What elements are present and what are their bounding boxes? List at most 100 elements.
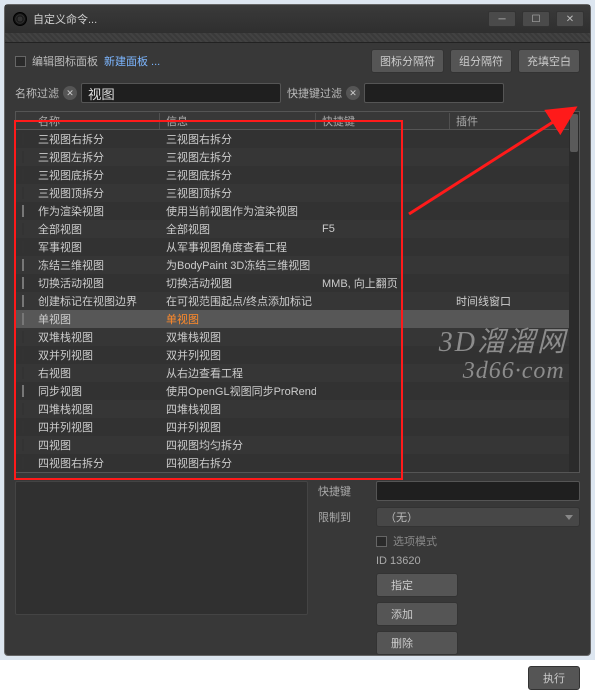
row-shortcut: F5	[316, 223, 450, 235]
col-plugin[interactable]: 插件	[450, 113, 560, 129]
fill-blank-button[interactable]: 充填空白	[518, 49, 580, 73]
maximize-button[interactable]: ☐	[522, 11, 550, 27]
table-row[interactable]: 三视图左拆分三视图左拆分	[16, 148, 579, 166]
row-icon	[22, 439, 24, 451]
row-name: 创建标记在视图边界	[32, 293, 160, 309]
table-row[interactable]: 四视图右拆分四视图右拆分	[16, 454, 579, 472]
form-panel: 快捷键 限制到 （无） 选项模式 ID 13620 指定 添加	[318, 481, 580, 655]
row-icon	[22, 169, 24, 181]
add-button[interactable]: 添加	[376, 602, 458, 626]
command-table: 名称 信息 快捷键 插件 三视图右拆分三视图右拆分三视图左拆分三视图左拆分三视图…	[15, 111, 580, 473]
row-plugin: 时间线窗口	[450, 293, 560, 309]
table-row[interactable]: 切换活动视图切换活动视图MMB, 向上翻页	[16, 274, 579, 292]
scrollbar[interactable]	[569, 112, 579, 472]
name-filter-label: 名称过滤	[15, 85, 59, 101]
shortcut-filter-input[interactable]	[364, 83, 504, 103]
row-name: 单视图	[32, 311, 160, 327]
table-row[interactable]: 全部视图全部视图F5	[16, 220, 579, 238]
scrollbar-thumb[interactable]	[570, 114, 578, 152]
table-row[interactable]: 双并列视图双并列视图	[16, 346, 579, 364]
row-name: 四视图	[32, 437, 160, 453]
row-name: 三视图底拆分	[32, 167, 160, 183]
col-shortcut[interactable]: 快捷键	[316, 113, 450, 129]
row-name: 双堆栈视图	[32, 329, 160, 345]
row-name: 三视图顶拆分	[32, 185, 160, 201]
row-info: 从军事视图角度查看工程	[160, 239, 316, 255]
edit-palette-checkbox[interactable]	[15, 56, 26, 67]
row-info: 四视图均匀拆分	[160, 437, 316, 453]
row-info: 四视图右拆分	[160, 455, 316, 471]
option-mode-checkbox[interactable]	[376, 536, 387, 547]
row-shortcut: MMB, 向上翻页	[316, 275, 450, 291]
table-row[interactable]: 同步视图使用OpenGL视图同步ProRend	[16, 382, 579, 400]
new-panel-link[interactable]: 新建面板 ...	[104, 53, 160, 69]
group-separator-button[interactable]: 组分隔符	[450, 49, 512, 73]
row-info: 从右边查看工程	[160, 365, 316, 381]
titlebar-left: 自定义命令...	[13, 11, 97, 27]
table-body[interactable]: 三视图右拆分三视图右拆分三视图左拆分三视图左拆分三视图底拆分三视图底拆分三视图顶…	[16, 130, 579, 472]
close-button[interactable]: ✕	[556, 11, 584, 27]
table-row[interactable]: 四视图四视图均匀拆分	[16, 436, 579, 454]
table-row[interactable]: 作为渲染视图使用当前视图作为渲染视图	[16, 202, 579, 220]
row-info: 使用当前视图作为渲染视图	[160, 203, 316, 219]
table-row[interactable]: 四堆栈视图四堆栈视图	[16, 400, 579, 418]
table-row[interactable]: 军事视图从军事视图角度查看工程	[16, 238, 579, 256]
row-icon	[22, 277, 24, 289]
option-mode-label: 选项模式	[393, 533, 437, 549]
clear-shortcut-filter-icon[interactable]: ✕	[346, 86, 360, 100]
row-info: 四并列视图	[160, 419, 316, 435]
titlebar[interactable]: 自定义命令... ─ ☐ ✕	[5, 5, 590, 33]
window-controls: ─ ☐ ✕	[488, 11, 584, 27]
filter-row: 名称过滤 ✕ 快捷键过滤 ✕	[5, 79, 590, 111]
limit-value: （无）	[385, 509, 418, 525]
minimize-button[interactable]: ─	[488, 11, 516, 27]
delete-button[interactable]: 删除	[376, 631, 458, 655]
col-name[interactable]: 名称	[32, 113, 160, 129]
row-name: 军事视图	[32, 239, 160, 255]
name-filter-input[interactable]	[81, 83, 281, 103]
row-icon	[22, 367, 24, 379]
row-info: 切换活动视图	[160, 275, 316, 291]
row-icon	[22, 223, 24, 235]
table-row[interactable]: 双堆栈视图双堆栈视图	[16, 328, 579, 346]
limit-select[interactable]: （无）	[376, 507, 580, 527]
execute-button[interactable]: 执行	[528, 666, 580, 690]
row-info: 双并列视图	[160, 347, 316, 363]
row-name: 作为渲染视图	[32, 203, 160, 219]
row-name: 三视图右拆分	[32, 131, 160, 147]
shortcut-filter-label: 快捷键过滤	[287, 85, 342, 101]
toolbar: 编辑图标面板 新建面板 ... 图标分隔符 组分隔符 充填空白	[5, 43, 590, 79]
row-icon	[22, 331, 24, 343]
table-row[interactable]: 四并列视图四并列视图	[16, 418, 579, 436]
row-icon	[22, 133, 24, 145]
row-name: 四堆栈视图	[32, 401, 160, 417]
row-name: 全部视图	[32, 221, 160, 237]
row-info: 四堆栈视图	[160, 401, 316, 417]
row-icon	[22, 385, 24, 397]
row-info: 三视图右拆分	[160, 131, 316, 147]
shortcut-label: 快捷键	[318, 483, 366, 499]
icon-separator-button[interactable]: 图标分隔符	[371, 49, 444, 73]
col-info[interactable]: 信息	[160, 113, 316, 129]
row-name: 三视图左拆分	[32, 149, 160, 165]
app-icon	[13, 12, 27, 26]
row-icon	[22, 313, 24, 325]
table-row[interactable]: 右视图从右边查看工程	[16, 364, 579, 382]
table-row[interactable]: 创建标记在视图边界在可视范围起点/终点添加标记 时间线窗口	[16, 292, 579, 310]
table-row[interactable]: 三视图顶拆分三视图顶拆分	[16, 184, 579, 202]
table-row[interactable]: 三视图右拆分三视图右拆分	[16, 130, 579, 148]
table-row[interactable]: 冻结三维视图为BodyPaint 3D冻结三维视图	[16, 256, 579, 274]
row-info: 三视图顶拆分	[160, 185, 316, 201]
assign-button[interactable]: 指定	[376, 573, 458, 597]
table-header: 名称 信息 快捷键 插件	[16, 112, 579, 130]
table-row[interactable]: 单视图单视图	[16, 310, 579, 328]
row-icon	[22, 457, 24, 469]
row-info: 为BodyPaint 3D冻结三维视图	[160, 257, 316, 273]
clear-name-filter-icon[interactable]: ✕	[63, 86, 77, 100]
row-icon	[22, 241, 24, 253]
row-info: 在可视范围起点/终点添加标记	[160, 293, 316, 309]
table-row[interactable]: 三视图底拆分三视图底拆分	[16, 166, 579, 184]
shortcut-input[interactable]	[376, 481, 580, 501]
preview-panel	[15, 481, 308, 615]
grip-strip[interactable]	[5, 33, 590, 43]
